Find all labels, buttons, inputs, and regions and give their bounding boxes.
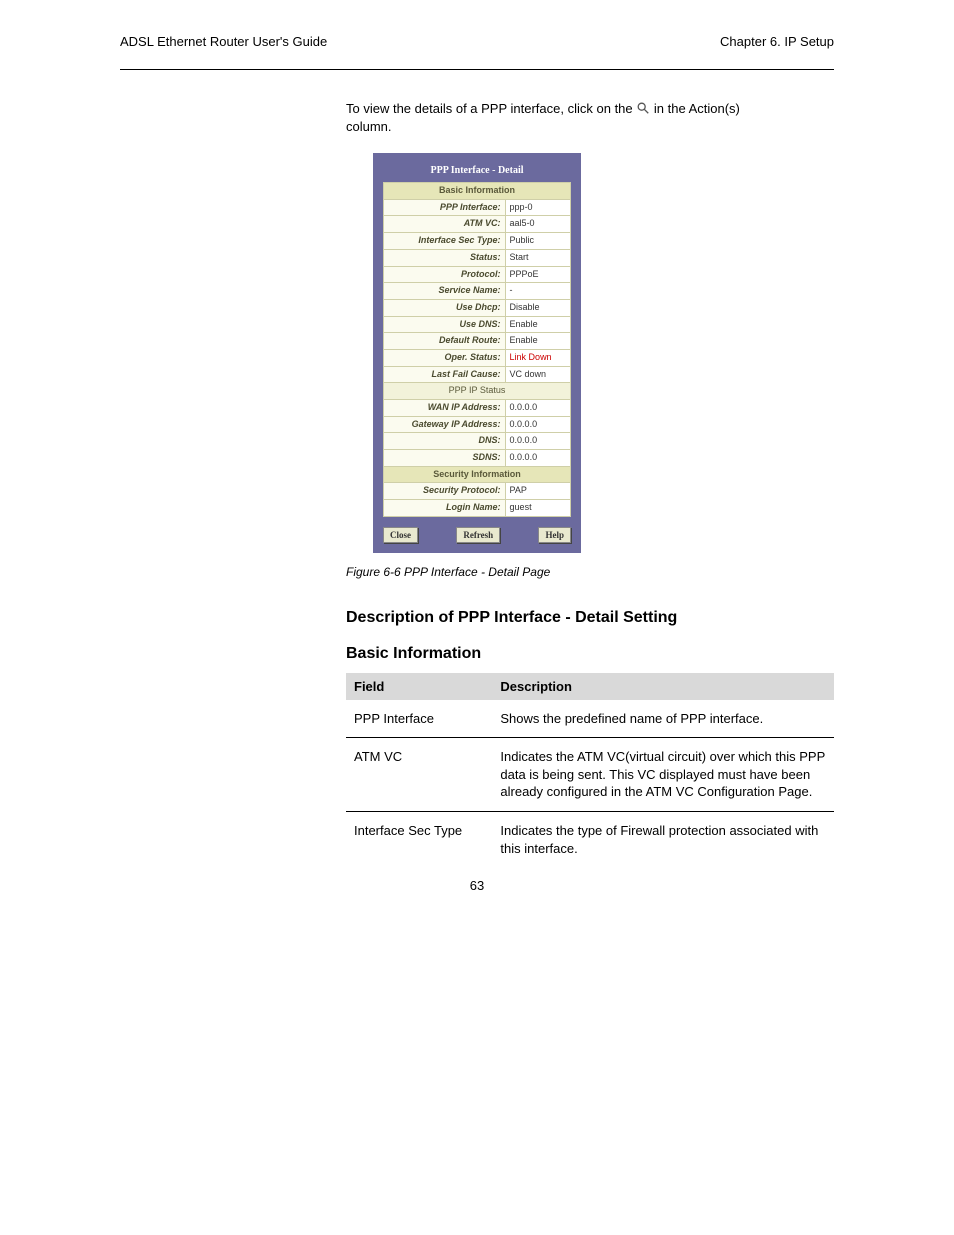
help-button[interactable]: Help: [538, 527, 571, 543]
detail-table: Basic Information PPP Interface:ppp-0 AT…: [383, 182, 571, 517]
section-basic: Basic Information: [384, 183, 571, 200]
col-field: Field: [346, 673, 492, 700]
table-row: Status:Start: [384, 249, 571, 266]
table-row: SDNS:0.0.0.0: [384, 450, 571, 467]
magnifier-icon: [636, 101, 650, 115]
table-row: Last Fail Cause:VC down: [384, 366, 571, 383]
ppp-detail-panel: PPP Interface - Detail Basic Information…: [373, 153, 581, 553]
table-row: ATM VC:aal5-0: [384, 216, 571, 233]
refresh-button[interactable]: Refresh: [456, 527, 500, 543]
col-desc: Description: [492, 673, 834, 700]
intro-text: To view the details of a PPP interface, …: [346, 100, 834, 135]
table-row: DNS:0.0.0.0: [384, 433, 571, 450]
definition-table: Field Description PPP Interface Shows th…: [346, 673, 834, 867]
sub-ppp-ip: PPP IP Status: [384, 383, 571, 400]
page-number: 63: [0, 878, 954, 893]
table-row: PPP Interface:ppp-0: [384, 199, 571, 216]
table-row: Gateway IP Address:0.0.0.0: [384, 416, 571, 433]
table-row: Use Dhcp:Disable: [384, 299, 571, 316]
table-row: Security Protocol:PAP: [384, 483, 571, 500]
header-rule: [120, 69, 834, 70]
figure-caption: Figure 6-6 PPP Interface - Detail Page: [346, 565, 834, 579]
table-row: Protocol:PPPoE: [384, 266, 571, 283]
table-row: Oper. Status:Link Down: [384, 349, 571, 366]
table-row: Use DNS:Enable: [384, 316, 571, 333]
close-button[interactable]: Close: [383, 527, 418, 543]
table-row: Interface Sec Type:Public: [384, 233, 571, 250]
table-row: WAN IP Address:0.0.0.0: [384, 400, 571, 417]
sub-heading-basic: Basic Information: [346, 645, 834, 663]
table-row: Interface Sec Type Indicates the type of…: [346, 812, 834, 867]
table-row: ATM VC Indicates the ATM VC(virtual circ…: [346, 738, 834, 811]
section-security: Security Information: [384, 466, 571, 483]
section-heading: Description of PPP Interface - Detail Se…: [346, 609, 834, 627]
table-row: Default Route:Enable: [384, 333, 571, 350]
table-row: Service Name:-: [384, 283, 571, 300]
table-row: Login Name:guest: [384, 500, 571, 517]
chapter-title: Chapter 6. IP Setup: [720, 34, 834, 49]
table-row: PPP Interface Shows the predefined name …: [346, 700, 834, 738]
panel-title: PPP Interface - Detail: [383, 163, 571, 182]
doc-title: ADSL Ethernet Router User's Guide: [120, 34, 327, 49]
